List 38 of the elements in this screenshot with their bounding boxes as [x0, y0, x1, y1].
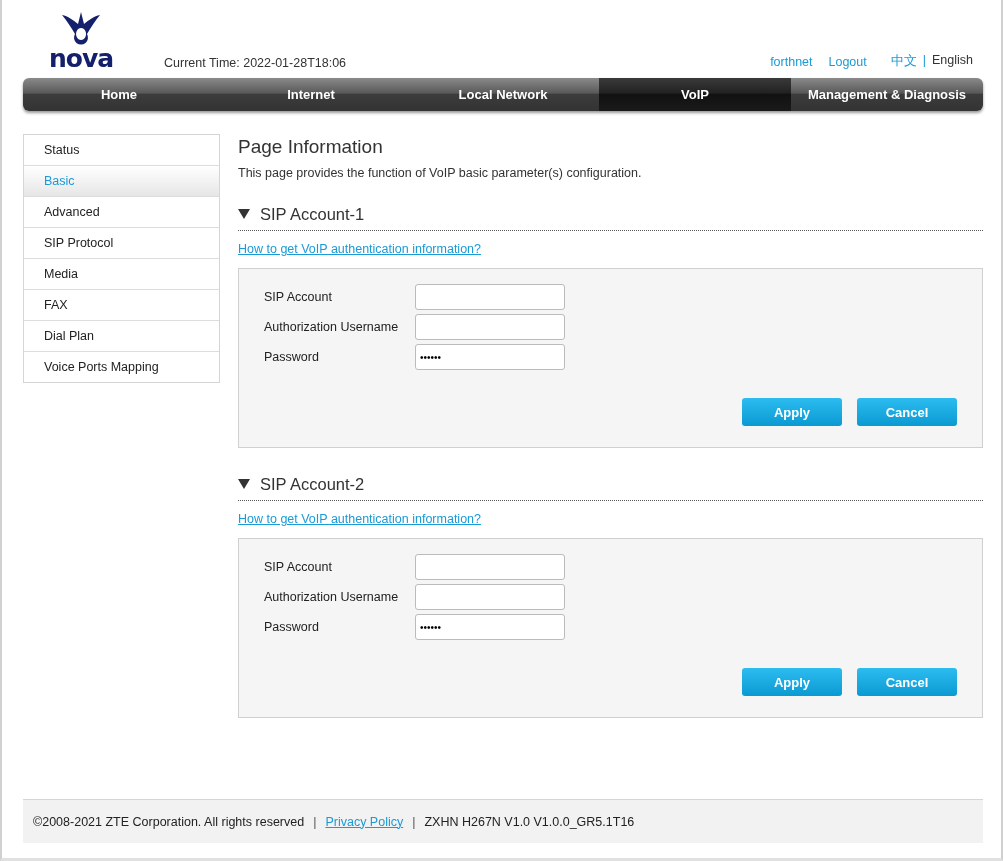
nav-tab[interactable]: Internet: [215, 78, 407, 111]
field-label: SIP Account: [264, 290, 333, 304]
input-field[interactable]: [415, 554, 565, 580]
nav-tab[interactable]: Local Network: [407, 78, 599, 111]
separator: |: [412, 814, 416, 829]
input-field[interactable]: [415, 584, 565, 610]
sidebar-item[interactable]: Advanced: [24, 196, 219, 227]
sidebar-item[interactable]: FAX: [24, 289, 219, 320]
input-field[interactable]: ••••••: [415, 344, 565, 370]
sidebar-item[interactable]: Status: [24, 135, 219, 165]
version-text: ZXHN H267N V1.0 V1.0.0_GR5.1T16: [424, 814, 635, 829]
current-time: Current Time: 2022-01-28T18:06: [164, 56, 347, 70]
nav-tab[interactable]: Management & Diagnosis: [791, 78, 983, 111]
input-field[interactable]: [415, 314, 565, 340]
sidebar-item[interactable]: Media: [24, 258, 219, 289]
nav-tab[interactable]: Home: [23, 78, 215, 111]
nav-tab[interactable]: VoIP: [599, 78, 791, 111]
section-title: SIP Account-1: [260, 204, 365, 224]
copyright-text: ©2008-2021 ZTE Corporation. All rights reserved: [33, 814, 305, 829]
separator: |: [922, 53, 926, 69]
sidebar-item[interactable]: Dial Plan: [24, 320, 219, 351]
field-label: SIP Account: [264, 560, 333, 574]
collapse-triangle-icon[interactable]: [238, 479, 250, 489]
field-label: Password: [264, 350, 320, 364]
sidebar-item[interactable]: Voice Ports Mapping: [24, 351, 219, 382]
field-label: Password: [264, 620, 320, 634]
separator: |: [313, 814, 317, 829]
section-title: SIP Account-2: [260, 474, 365, 494]
field-label: Authorization Username: [264, 320, 400, 334]
input-field[interactable]: ••••••: [415, 614, 565, 640]
nova-logo: nova: [50, 12, 112, 70]
field-label: Authorization Username: [264, 590, 400, 604]
collapse-triangle-icon[interactable]: [238, 209, 250, 219]
page-description: This page provides the function of VoIP basic parameter(s) configuration.: [238, 166, 643, 180]
page-title: Page Information: [238, 136, 384, 158]
language-link[interactable]: English: [932, 53, 973, 70]
input-field[interactable]: [415, 284, 565, 310]
sidebar-item[interactable]: SIP Protocol: [24, 227, 219, 258]
